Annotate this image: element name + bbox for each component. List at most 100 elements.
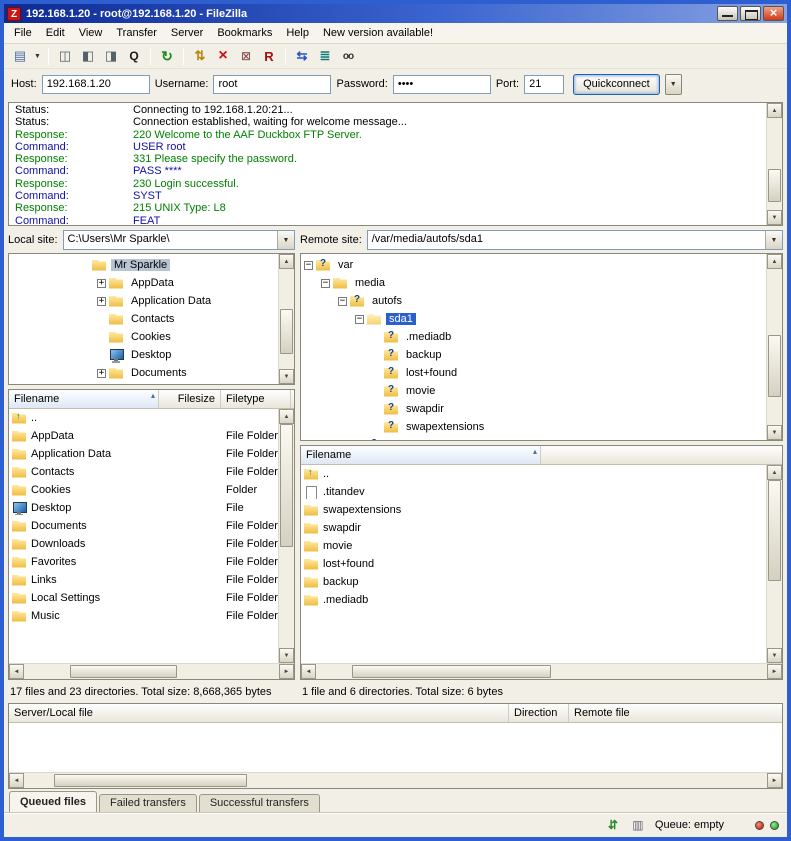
file-row[interactable]: Favorites File Folder <box>9 553 278 571</box>
tree-item[interactable]: Downloads <box>12 382 278 384</box>
remote-list-scrollbar[interactable]: ▲ ▼ <box>766 465 782 663</box>
process-queue-button[interactable] <box>189 46 211 66</box>
file-row[interactable]: .titandev <box>301 483 766 501</box>
tree-item[interactable]: Contacts <box>12 310 278 328</box>
refresh-button[interactable] <box>156 46 178 66</box>
tree-item[interactable]: swapextensions <box>304 418 766 436</box>
scroll-up-icon[interactable]: ▲ <box>767 254 782 269</box>
column-header-filename[interactable]: Filename▴ <box>301 446 541 464</box>
expand-toggle-icon[interactable] <box>338 297 347 306</box>
queue-tab[interactable]: Queued files <box>9 791 97 812</box>
file-row[interactable]: Music File Folder <box>9 607 278 625</box>
menu-item[interactable]: Transfer <box>109 24 164 42</box>
tree-item[interactable]: backup <box>304 346 766 364</box>
chevron-down-icon[interactable]: ▼ <box>765 231 782 249</box>
toggle-queue-button[interactable] <box>123 46 145 66</box>
menu-item[interactable]: New version available! <box>316 24 440 42</box>
tree-item[interactable]: Mr Sparkle <box>12 256 278 274</box>
reconnect-button[interactable] <box>258 46 280 66</box>
scroll-up-icon[interactable]: ▲ <box>279 254 294 269</box>
tree-item[interactable]: Desktop <box>12 346 278 364</box>
remote-tree-scrollbar[interactable]: ▲ ▼ <box>766 254 782 440</box>
scroll-down-icon[interactable]: ▼ <box>767 648 782 663</box>
scroll-up-icon[interactable]: ▲ <box>279 409 294 424</box>
queue-tab[interactable]: Successful transfers <box>199 794 320 812</box>
tree-item[interactable]: swapdir <box>304 400 766 418</box>
scroll-down-icon[interactable]: ▼ <box>279 648 294 663</box>
file-row[interactable]: movie <box>301 537 766 555</box>
log-vertical-scrollbar[interactable]: ▲ ▼ <box>766 103 782 225</box>
column-header-remote-file[interactable]: Remote file <box>569 704 782 722</box>
file-row[interactable]: swapextensions <box>301 501 766 519</box>
file-row[interactable]: swapdir <box>301 519 766 537</box>
expand-toggle-icon[interactable] <box>321 279 330 288</box>
maximize-button[interactable] <box>740 6 761 21</box>
menu-item[interactable]: Help <box>279 24 316 42</box>
scroll-down-icon[interactable]: ▼ <box>279 369 294 384</box>
expand-toggle-icon[interactable] <box>304 261 313 270</box>
scroll-left-icon[interactable]: ◄ <box>301 664 316 679</box>
expand-toggle-icon[interactable] <box>97 369 106 378</box>
chevron-down-icon[interactable]: ▼ <box>277 231 294 249</box>
tree-item[interactable]: media <box>304 274 766 292</box>
quickconnect-dropdown-icon[interactable]: ▼ <box>665 74 682 95</box>
scroll-right-icon[interactable]: ► <box>767 664 782 679</box>
remote-list-hscrollbar[interactable]: ◄ ► <box>301 663 782 679</box>
scroll-left-icon[interactable]: ◄ <box>9 773 24 788</box>
tree-item[interactable]: lost+found <box>304 364 766 382</box>
port-input[interactable] <box>524 75 564 94</box>
cancel-button[interactable] <box>212 46 234 66</box>
remote-site-combo[interactable]: /var/media/autofs/sda1 ▼ <box>367 230 783 250</box>
scroll-down-icon[interactable]: ▼ <box>767 425 782 440</box>
scroll-right-icon[interactable]: ► <box>767 773 782 788</box>
file-row[interactable]: Contacts File Folder <box>9 463 278 481</box>
column-header-local-file[interactable]: Server/Local file <box>9 704 509 722</box>
menu-item[interactable]: File <box>7 24 39 42</box>
site-manager-dropdown-icon[interactable]: ▼ <box>32 46 43 66</box>
tree-item[interactable]: .mediadb <box>304 328 766 346</box>
file-row[interactable]: Links File Folder <box>9 571 278 589</box>
compare-button[interactable] <box>291 46 313 66</box>
scroll-up-icon[interactable]: ▲ <box>767 103 782 118</box>
menu-item[interactable]: View <box>72 24 110 42</box>
file-row[interactable]: AppData File Folder <box>9 427 278 445</box>
tree-item[interactable]: Documents <box>12 364 278 382</box>
file-row[interactable]: .. <box>301 465 766 483</box>
file-row[interactable]: Local Settings File Folder <box>9 589 278 607</box>
menu-item[interactable]: Bookmarks <box>210 24 279 42</box>
column-header-filename[interactable]: Filename▴ <box>9 390 159 408</box>
expand-toggle-icon[interactable] <box>97 297 106 306</box>
minimize-button[interactable] <box>717 6 738 21</box>
toggle-log-button[interactable] <box>54 46 76 66</box>
host-input[interactable] <box>42 75 150 94</box>
toggle-remote-tree-button[interactable] <box>100 46 122 66</box>
column-header-filetype[interactable]: Filetype <box>221 390 291 408</box>
sync-button[interactable] <box>314 46 336 66</box>
tree-item[interactable]: movie <box>304 382 766 400</box>
file-row[interactable]: Cookies Folder <box>9 481 278 499</box>
quickconnect-button[interactable]: Quickconnect <box>573 74 660 95</box>
local-tree-scrollbar[interactable]: ▲ ▼ <box>278 254 294 384</box>
username-input[interactable] <box>213 75 331 94</box>
toggle-local-tree-button[interactable] <box>77 46 99 66</box>
file-row[interactable]: .. <box>9 409 278 427</box>
tree-item[interactable]: var <box>304 256 766 274</box>
expand-toggle-icon[interactable] <box>355 315 364 324</box>
menu-item[interactable]: Edit <box>39 24 72 42</box>
column-header-direction[interactable]: Direction <box>509 704 569 722</box>
scroll-up-icon[interactable]: ▲ <box>767 465 782 480</box>
local-list-scrollbar[interactable]: ▲ ▼ <box>278 409 294 663</box>
scroll-down-icon[interactable]: ▼ <box>767 210 782 225</box>
disconnect-button[interactable] <box>235 46 257 66</box>
tree-item[interactable]: sda1 <box>304 310 766 328</box>
local-list-hscrollbar[interactable]: ◄ ► <box>9 663 294 679</box>
tree-item[interactable]: Application Data <box>12 292 278 310</box>
password-input[interactable] <box>393 75 491 94</box>
site-manager-button[interactable] <box>9 46 31 66</box>
tree-item[interactable]: dvd <box>304 436 766 440</box>
scroll-left-icon[interactable]: ◄ <box>9 664 24 679</box>
queue-tab[interactable]: Failed transfers <box>99 794 197 812</box>
file-row[interactable]: backup <box>301 573 766 591</box>
tree-item[interactable]: autofs <box>304 292 766 310</box>
column-header-filesize[interactable]: Filesize <box>159 390 221 408</box>
